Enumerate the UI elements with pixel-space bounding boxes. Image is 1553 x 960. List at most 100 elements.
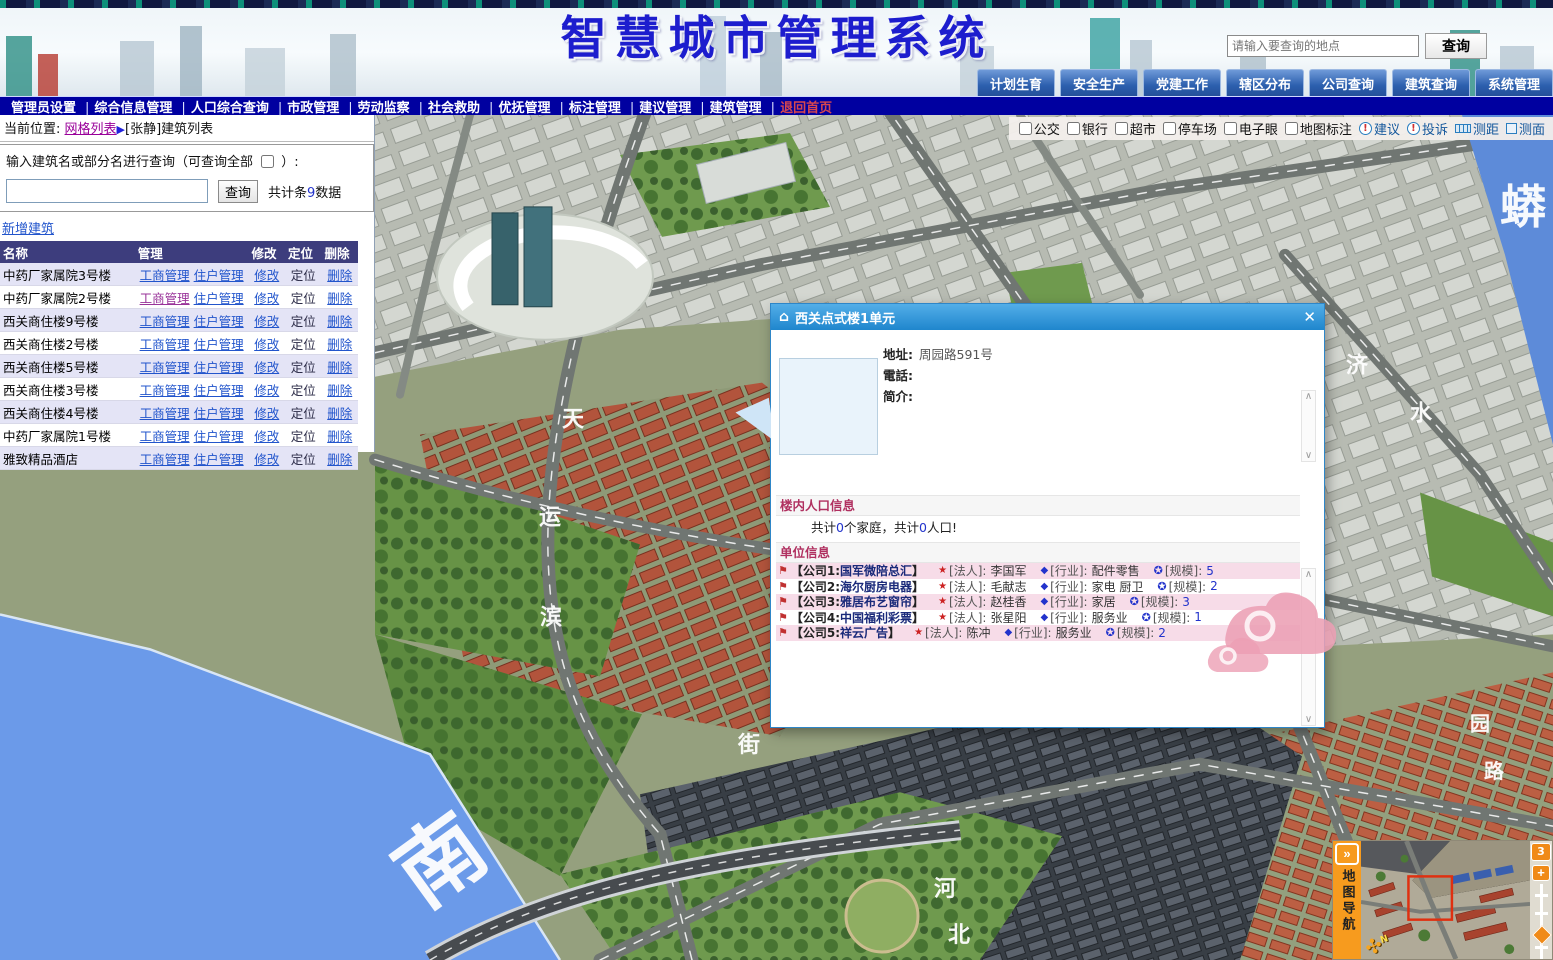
tab-family-planning[interactable]: 计划生育: [977, 69, 1055, 96]
menu-back-home[interactable]: 退回首页: [773, 97, 839, 116]
business-manage-link[interactable]: 工商管理: [140, 337, 190, 352]
add-building-link[interactable]: 新增建筑: [2, 218, 54, 237]
complaint-tool[interactable]: !投诉: [1407, 119, 1448, 138]
chevron-up-icon[interactable]: ∧: [1305, 391, 1312, 402]
resident-manage-link[interactable]: 住户管理: [194, 429, 244, 444]
locate-link[interactable]: 定位: [291, 268, 316, 283]
poi-checkbox-supermarket[interactable]: 超市: [1115, 119, 1156, 138]
company-list-scrollbar[interactable]: ∧ ∨: [1301, 568, 1316, 726]
locate-link[interactable]: 定位: [291, 337, 316, 352]
locate-link[interactable]: 定位: [291, 406, 316, 421]
resident-manage-link[interactable]: 住户管理: [194, 268, 244, 283]
locate-link[interactable]: 定位: [291, 360, 316, 375]
parking-checkbox[interactable]: [1163, 122, 1176, 135]
map-search-input[interactable]: [1227, 35, 1419, 57]
map-search-button[interactable]: 查询: [1425, 33, 1487, 59]
poi-checkbox-bank[interactable]: 银行: [1067, 119, 1108, 138]
business-manage-link[interactable]: 工商管理: [140, 291, 190, 306]
resident-manage-link[interactable]: 住户管理: [194, 406, 244, 421]
edit-link[interactable]: 修改: [254, 268, 279, 283]
edit-link[interactable]: 修改: [254, 383, 279, 398]
menu-social-assistance[interactable]: 社会救助: [421, 97, 491, 116]
tab-company-search[interactable]: 公司查询: [1309, 69, 1387, 96]
supermarket-checkbox[interactable]: [1115, 122, 1128, 135]
query-all-checkbox[interactable]: [261, 155, 274, 168]
poi-checkbox-bus[interactable]: 公交: [1019, 119, 1060, 138]
menu-building-management[interactable]: 建筑管理: [703, 97, 773, 116]
delete-link[interactable]: 删除: [327, 360, 352, 375]
delete-link[interactable]: 删除: [327, 383, 352, 398]
minimap-view[interactable]: ✣N: [1361, 841, 1530, 959]
menu-admin-settings[interactable]: 管理员设置: [4, 97, 87, 116]
menu-municipal-management[interactable]: 市政管理: [280, 97, 350, 116]
resident-manage-link[interactable]: 住户管理: [194, 337, 244, 352]
zoom-slider-handle[interactable]: [1532, 925, 1552, 945]
delete-link[interactable]: 删除: [327, 429, 352, 444]
locate-link[interactable]: 定位: [291, 291, 316, 306]
delete-link[interactable]: 删除: [327, 452, 352, 467]
business-manage-link[interactable]: 工商管理: [140, 429, 190, 444]
close-icon[interactable]: ✕: [1303, 310, 1316, 325]
suggest-tool[interactable]: !建议: [1359, 119, 1400, 138]
camera-checkbox[interactable]: [1224, 122, 1237, 135]
menu-labor-inspection[interactable]: 劳动监察: [351, 97, 421, 116]
menu-suggestion-management[interactable]: 建议管理: [632, 97, 702, 116]
menu-annotation-management[interactable]: 标注管理: [562, 97, 632, 116]
locate-link[interactable]: 定位: [291, 452, 316, 467]
locate-link[interactable]: 定位: [291, 383, 316, 398]
locate-link[interactable]: 定位: [291, 429, 316, 444]
business-manage-link[interactable]: 工商管理: [140, 452, 190, 467]
delete-link[interactable]: 删除: [327, 268, 352, 283]
edit-link[interactable]: 修改: [254, 452, 279, 467]
dialog-titlebar[interactable]: ⌂ 西关点式楼1单元 ✕: [771, 304, 1324, 330]
tab-work-safety[interactable]: 安全生产: [1060, 69, 1138, 96]
edit-link[interactable]: 修改: [254, 314, 279, 329]
delete-link[interactable]: 删除: [327, 314, 352, 329]
delete-link[interactable]: 删除: [327, 337, 352, 352]
business-manage-link[interactable]: 工商管理: [140, 360, 190, 375]
edit-link[interactable]: 修改: [254, 429, 279, 444]
resident-manage-link[interactable]: 住户管理: [194, 452, 244, 467]
tab-district-distribution[interactable]: 辖区分布: [1226, 69, 1304, 96]
edit-link[interactable]: 修改: [254, 337, 279, 352]
intro-scrollbar[interactable]: ∧ ∨: [1301, 390, 1316, 462]
resident-manage-link[interactable]: 住户管理: [194, 383, 244, 398]
tab-building-search[interactable]: 建筑查询: [1392, 69, 1470, 96]
poi-checkbox-parking[interactable]: 停车场: [1163, 119, 1217, 138]
bus-checkbox[interactable]: [1019, 122, 1032, 135]
minimap-expand-icon[interactable]: »: [1335, 843, 1359, 865]
building-name-input[interactable]: [6, 179, 208, 203]
locate-link[interactable]: 定位: [291, 314, 316, 329]
zoom-in-button[interactable]: +: [1532, 865, 1550, 881]
menu-population-query[interactable]: 人口综合查询: [184, 97, 280, 116]
delete-link[interactable]: 删除: [327, 291, 352, 306]
building-query-button[interactable]: 查询: [218, 180, 258, 203]
chevron-up-icon[interactable]: ∧: [1305, 569, 1312, 580]
menu-comprehensive-info[interactable]: 综合信息管理: [87, 97, 183, 116]
poi-checkbox-annotation[interactable]: 地图标注: [1285, 119, 1352, 138]
chevron-down-icon[interactable]: ∨: [1305, 450, 1312, 461]
delete-link[interactable]: 删除: [327, 406, 352, 421]
edit-link[interactable]: 修改: [254, 360, 279, 375]
resident-manage-link[interactable]: 住户管理: [194, 360, 244, 375]
svg-text:水: 水: [1410, 402, 1433, 427]
bank-checkbox[interactable]: [1067, 122, 1080, 135]
resident-manage-link[interactable]: 住户管理: [194, 291, 244, 306]
business-manage-link[interactable]: 工商管理: [140, 406, 190, 421]
poi-checkbox-camera[interactable]: 电子眼: [1224, 119, 1278, 138]
annotation-checkbox[interactable]: [1285, 122, 1298, 135]
edit-link[interactable]: 修改: [254, 406, 279, 421]
measure-distance-tool[interactable]: 测距: [1455, 119, 1499, 138]
business-manage-link[interactable]: 工商管理: [140, 268, 190, 283]
measure-area-tool[interactable]: 测面: [1506, 119, 1545, 138]
business-manage-link[interactable]: 工商管理: [140, 314, 190, 329]
tab-party-building[interactable]: 党建工作: [1143, 69, 1221, 96]
business-manage-link[interactable]: 工商管理: [140, 383, 190, 398]
chevron-down-icon[interactable]: ∨: [1305, 714, 1312, 725]
edit-link[interactable]: 修改: [254, 291, 279, 306]
resident-manage-link[interactable]: 住户管理: [194, 314, 244, 329]
tab-system-management[interactable]: 系统管理: [1475, 69, 1553, 96]
grid-list-link[interactable]: 网格列表: [65, 122, 117, 137]
zoom-slider[interactable]: [1530, 884, 1552, 959]
menu-veteran-support[interactable]: 优抚管理: [491, 97, 561, 116]
